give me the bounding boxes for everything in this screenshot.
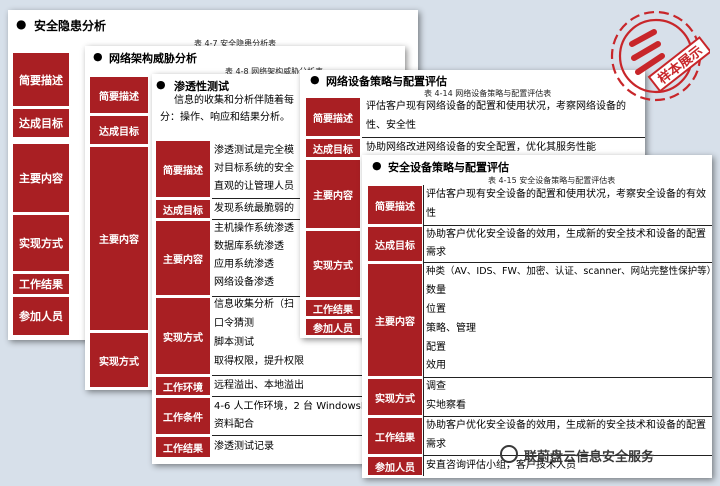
label-brief: 简要描述 (12, 52, 70, 107)
label-method: 实现方式 (155, 297, 211, 375)
content-line: 数量 (426, 285, 446, 296)
section-bullet-2: ● (93, 50, 103, 63)
sample-stamp: 样本展示 (602, 6, 712, 106)
method-line: 实地察看 (426, 400, 466, 411)
label-staff: 参加人员 (305, 318, 361, 336)
row-divider (212, 435, 378, 436)
table-caption-4: 表 4-14 网络设备策略与配置评估表 (424, 89, 552, 98)
label-method: 实现方式 (12, 214, 70, 272)
row-divider (423, 377, 712, 378)
label-content: 主要内容 (89, 146, 149, 331)
label-method: 实现方式 (367, 378, 423, 416)
brief-line: 性、安全性 (366, 120, 416, 131)
label-goal: 达成目标 (367, 226, 423, 262)
label-goal: 达成目标 (155, 199, 211, 219)
label-result: 工作结果 (155, 436, 211, 458)
section-title-4: 网络设备策略与配置评估 (326, 75, 447, 88)
label-content: 主要内容 (305, 159, 361, 229)
row-divider (423, 262, 712, 263)
row-divider (362, 137, 645, 138)
content-line: 策略、管理 (426, 323, 476, 334)
method-line: 口令猜测 (214, 318, 254, 329)
result-line: 需求 (426, 439, 446, 450)
section-bullet-1: ● (16, 17, 27, 31)
label-conditions: 工作条件 (155, 397, 211, 435)
section-title-2: 网络架构威胁分析 (109, 52, 197, 65)
brief-line: 渗透测试是完全模 (214, 145, 294, 156)
result-text: 渗透测试记录 (214, 441, 274, 452)
cond-line: 4-6 人工作环境，2 台 WindowsPC, (214, 401, 378, 412)
row-divider (423, 416, 712, 417)
label-env: 工作环境 (155, 376, 211, 396)
table-caption-5: 表 4-15 安全设备策略与配置评估表 (488, 176, 616, 185)
section-title-1: 安全隐患分析 (34, 19, 107, 33)
content-line: 应用系统渗透 (214, 259, 274, 270)
row-divider (212, 375, 378, 376)
label-method: 实现方式 (305, 230, 361, 298)
section-bullet-4: ● (310, 73, 320, 86)
brief-line: 评估客户现有安全设备的配置和使用状况，考察安全设备的有效 (426, 189, 706, 200)
label-goal: 达成目标 (89, 115, 149, 145)
label-brief: 简要描述 (305, 97, 361, 137)
goal-line: 需求 (426, 247, 446, 258)
method-line: 脚本测试 (214, 337, 254, 348)
intro-line-1: 信息的收集和分析伴随着每 (174, 95, 294, 106)
label-staff: 参加人员 (367, 456, 423, 476)
row-divider (423, 225, 712, 226)
label-staff: 参加人员 (12, 296, 70, 336)
section-bullet-5: ● (372, 159, 382, 172)
section-title-3: 渗透性测试 (174, 80, 229, 93)
content-line: 种类（AV、IDS、FW、加密、认证、scanner、网站完整性保护等） (426, 266, 712, 277)
label-result: 工作结果 (305, 299, 361, 317)
brief-line: 性 (426, 208, 436, 219)
method-line: 调查 (426, 381, 446, 392)
label-brief: 简要描述 (155, 140, 211, 198)
label-content: 主要内容 (367, 263, 423, 377)
content-line: 效用 (426, 360, 446, 371)
label-content: 主要内容 (155, 220, 211, 296)
brief-line: 直观的让管理人员 (214, 181, 294, 192)
label-goal: 达成目标 (12, 108, 70, 138)
result-line: 协助客户优化安全设备的效用，生成新的安全技术和设备的配置 (426, 420, 706, 431)
document-page-5: ● 安全设备策略与配置评估 表 4-15 安全设备策略与配置评估表 简要描述 达… (362, 155, 712, 478)
label-method: 实现方式 (89, 332, 149, 388)
content-line: 数据库系统渗透 (214, 241, 284, 252)
method-line: 取得权限，提升权限 (214, 356, 304, 367)
section-bullet-3: ● (156, 78, 166, 91)
watermark-text: 联蔚盘云信息安全服务 (524, 450, 655, 465)
content-line: 网络设备渗透 (214, 277, 274, 288)
content-line: 主机操作系统渗透 (214, 223, 294, 234)
goal-text: 协助网络改进网络设备的安全配置，优化其服务性能 (366, 142, 596, 153)
goal-line: 协助客户优化安全设备的效用，生成新的安全技术和设备的配置 (426, 229, 706, 240)
wechat-icon (500, 445, 518, 463)
label-brief: 简要描述 (367, 185, 423, 225)
label-result: 工作结果 (12, 273, 70, 295)
method-line: 信息收集分析（扫 (214, 299, 294, 310)
section-title-5: 安全设备策略与配置评估 (388, 161, 509, 174)
brief-line: 对目标系统的安全 (214, 163, 294, 174)
label-brief: 简要描述 (89, 76, 149, 114)
column-divider (423, 185, 424, 476)
label-content: 主要内容 (12, 143, 70, 213)
label-goal: 达成目标 (305, 138, 361, 158)
brief-line: 评估客户现有网络设备的配置和使用状况，考察网络设备的 (366, 101, 626, 112)
content-line: 配置 (426, 342, 446, 353)
intro-line-2: 分：操作、响应和结果分析。 (160, 112, 290, 123)
goal-text: 发现系统最脆弱的 (214, 203, 294, 214)
label-result: 工作结果 (367, 417, 423, 455)
cond-line: 资料配合 (214, 419, 254, 430)
env-text: 远程溢出、本地溢出 (214, 380, 304, 391)
row-divider (212, 396, 378, 397)
content-line: 位置 (426, 304, 446, 315)
